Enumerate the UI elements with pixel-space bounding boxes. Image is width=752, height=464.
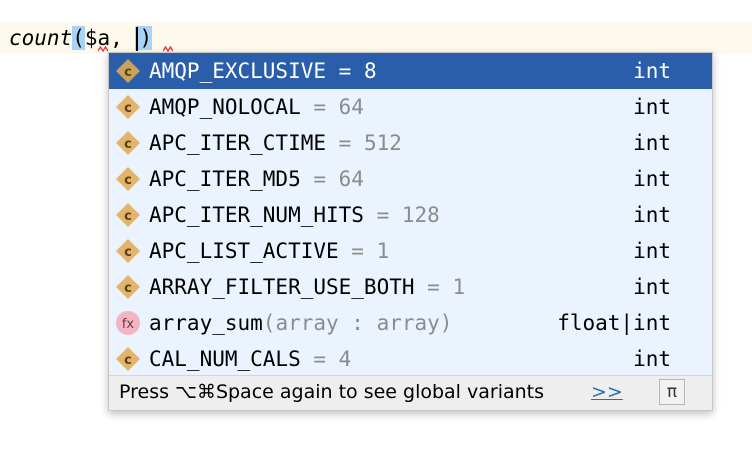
item-value: = 64	[300, 95, 364, 119]
completion-item[interactable]: c AMQP_EXCLUSIVE = 8 int	[109, 53, 712, 89]
constant-icon: c	[116, 95, 140, 119]
item-type: int	[633, 95, 671, 119]
constant-icon: c	[116, 167, 140, 191]
item-value: (array : array)	[262, 311, 453, 335]
item-label: APC_LIST_ACTIVE	[149, 239, 339, 263]
item-name: APC_ITER_CTIME = 512	[149, 125, 402, 161]
constant-icon: c	[116, 203, 140, 227]
completion-footer: Press ⌥⌘Space again to see global varian…	[109, 375, 712, 410]
item-name: APC_ITER_MD5 = 64	[149, 161, 364, 197]
svg-text:c: c	[124, 173, 132, 188]
item-value: = 4	[300, 347, 352, 371]
item-name: APC_LIST_ACTIVE = 1	[149, 233, 389, 269]
item-name: AMQP_EXCLUSIVE = 8	[149, 53, 377, 89]
constant-icon: c	[116, 347, 140, 371]
constant-icon: c	[116, 275, 140, 299]
svg-text:c: c	[124, 209, 132, 224]
completion-item[interactable]: c CAL_NUM_CALS = 4 int	[109, 341, 712, 377]
item-name: APC_ITER_NUM_HITS = 128	[149, 197, 440, 233]
item-type: int	[633, 275, 671, 299]
completion-list: c AMQP_EXCLUSIVE = 8 int c AMQP_NOLOCAL = 64…	[109, 53, 712, 377]
constant-icon: c	[116, 131, 140, 155]
item-value: = 1	[338, 239, 390, 263]
code-line[interactable]: count($a, )	[9, 24, 153, 52]
svg-text:c: c	[124, 353, 132, 368]
item-type: int	[633, 203, 671, 227]
svg-text:c: c	[124, 137, 132, 152]
svg-text:c: c	[124, 245, 132, 260]
item-type: int	[633, 131, 671, 155]
completion-item[interactable]: c APC_LIST_ACTIVE = 1 int	[109, 233, 712, 269]
item-label: APC_ITER_CTIME	[149, 131, 327, 155]
item-type: int	[633, 347, 671, 371]
item-value: = 8	[326, 59, 377, 83]
svg-text:c: c	[124, 281, 132, 296]
item-label: APC_ITER_MD5	[149, 167, 301, 191]
function-name: count	[9, 26, 73, 50]
argument-text: $a,	[84, 26, 136, 50]
close-paren: )	[139, 26, 153, 50]
svg-text:c: c	[124, 65, 132, 80]
pi-button[interactable]: π	[659, 379, 685, 405]
error-squiggle-icon	[98, 46, 108, 52]
item-type: int	[633, 167, 671, 191]
item-label: APC_ITER_NUM_HITS	[149, 203, 364, 227]
function-icon: fx	[116, 311, 140, 335]
item-label: CAL_NUM_CALS	[149, 347, 301, 371]
item-value: = 128	[363, 203, 440, 227]
constant-icon: c	[116, 239, 140, 263]
global-variants-link[interactable]: >>	[591, 381, 623, 403]
completion-item[interactable]: c APC_ITER_CTIME = 512 int	[109, 125, 712, 161]
completion-item[interactable]: fx array_sum(array : array) float|int	[109, 305, 712, 341]
open-paren: (	[72, 26, 85, 50]
item-label: AMQP_EXCLUSIVE	[149, 59, 327, 83]
item-type: int	[633, 59, 671, 83]
item-type: float|int	[557, 311, 671, 335]
item-name: ARRAY_FILTER_USE_BOTH = 1	[149, 269, 465, 305]
footer-hint: Press ⌥⌘Space again to see global varian…	[119, 381, 545, 403]
item-name: array_sum(array : array)	[149, 305, 452, 341]
completion-item[interactable]: c AMQP_NOLOCAL = 64 int	[109, 89, 712, 125]
item-value: = 64	[300, 167, 364, 191]
item-value: = 512	[326, 131, 402, 155]
item-label: array_sum	[149, 311, 263, 335]
item-type: int	[633, 239, 671, 263]
completion-item[interactable]: c ARRAY_FILTER_USE_BOTH = 1 int	[109, 269, 712, 305]
completion-item[interactable]: c APC_ITER_MD5 = 64 int	[109, 161, 712, 197]
item-label: AMQP_NOLOCAL	[149, 95, 301, 119]
constant-icon: c	[116, 59, 140, 83]
item-label: ARRAY_FILTER_USE_BOTH	[149, 275, 415, 299]
svg-text:c: c	[124, 101, 132, 116]
completion-item[interactable]: c APC_ITER_NUM_HITS = 128 int	[109, 197, 712, 233]
editor-top-area	[0, 0, 752, 22]
svg-text:fx: fx	[122, 317, 135, 332]
item-name: CAL_NUM_CALS = 4	[149, 341, 351, 377]
item-value: = 1	[414, 275, 466, 299]
completion-popup: c AMQP_EXCLUSIVE = 8 int c AMQP_NOLOCAL = 64…	[108, 52, 713, 411]
item-name: AMQP_NOLOCAL = 64	[149, 89, 364, 125]
